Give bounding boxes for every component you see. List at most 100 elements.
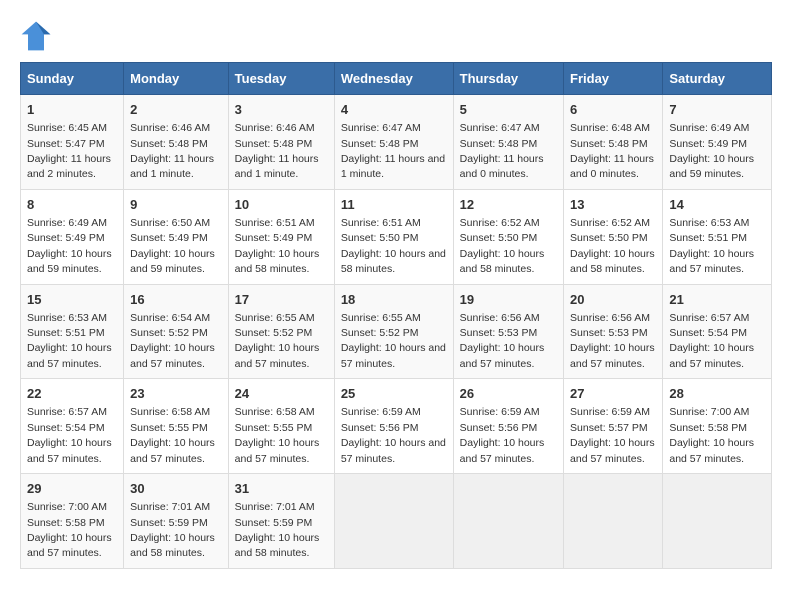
day-number: 4 (341, 101, 447, 119)
calendar-row: 22 Sunrise: 6:57 AMSunset: 5:54 PMDayligh… (21, 379, 772, 474)
day-number: 14 (669, 196, 765, 214)
calendar-cell: 5Sunrise: 6:47 AMSunset: 5:48 PMDaylight… (453, 95, 563, 190)
day-number: 12 (460, 196, 557, 214)
day-info: Sunrise: 6:55 AMSunset: 5:52 PMDaylight:… (341, 312, 446, 370)
day-number: 20 (570, 291, 656, 309)
calendar-cell: 29 Sunrise: 7:00 AMSunset: 5:58 PMDayligh… (21, 474, 124, 569)
day-number: 25 (341, 385, 447, 403)
day-number: 21 (669, 291, 765, 309)
day-info: Sunrise: 6:58 AMSunset: 5:55 PMDaylight:… (130, 406, 215, 464)
day-info: Sunrise: 6:53 AMSunset: 5:51 PMDaylight:… (27, 312, 112, 370)
day-number: 11 (341, 196, 447, 214)
calendar-cell: 7 Sunrise: 6:49 AMSunset: 5:49 PMDaylight… (663, 95, 772, 190)
calendar-cell: 10 Sunrise: 6:51 AMSunset: 5:49 PMDayligh… (228, 189, 334, 284)
calendar-cell: 6 Sunrise: 6:48 AMSunset: 5:48 PMDaylight… (564, 95, 663, 190)
day-number: 30 (130, 480, 222, 498)
day-info: Sunrise: 6:47 AMSunset: 5:48 PMDaylight:… (460, 122, 544, 180)
day-info: Sunrise: 7:00 AMSunset: 5:58 PMDaylight:… (27, 501, 112, 559)
day-info: Sunrise: 7:00 AMSunset: 5:58 PMDaylight:… (669, 406, 754, 464)
calendar-cell: 26Sunrise: 6:59 AMSunset: 5:56 PMDayligh… (453, 379, 563, 474)
logo (20, 20, 54, 52)
day-number: 31 (235, 480, 328, 498)
calendar-cell: 9Sunrise: 6:50 AMSunset: 5:49 PMDaylight… (124, 189, 229, 284)
day-info: Sunrise: 6:49 AMSunset: 5:49 PMDaylight:… (669, 122, 754, 180)
calendar-cell: 24Sunrise: 6:58 AMSunset: 5:55 PMDayligh… (228, 379, 334, 474)
day-number: 17 (235, 291, 328, 309)
calendar-cell: 30 Sunrise: 7:01 AMSunset: 5:59 PMDayligh… (124, 474, 229, 569)
day-number: 24 (235, 385, 328, 403)
day-info: Sunrise: 6:52 AMSunset: 5:50 PMDaylight:… (460, 217, 545, 275)
weekday-header: Sunday (21, 63, 124, 95)
calendar-cell: 17 Sunrise: 6:55 AMSunset: 5:52 PMDayligh… (228, 284, 334, 379)
calendar-cell: 18Sunrise: 6:55 AMSunset: 5:52 PMDayligh… (334, 284, 453, 379)
day-info: Sunrise: 6:46 AMSunset: 5:48 PMDaylight:… (130, 122, 214, 180)
calendar-cell: 3 Sunrise: 6:46 AMSunset: 5:48 PMDaylight… (228, 95, 334, 190)
calendar-cell (334, 474, 453, 569)
calendar-cell: 16 Sunrise: 6:54 AMSunset: 5:52 PMDayligh… (124, 284, 229, 379)
calendar-cell: 12 Sunrise: 6:52 AMSunset: 5:50 PMDayligh… (453, 189, 563, 284)
day-info: Sunrise: 6:56 AMSunset: 5:53 PMDaylight:… (460, 312, 545, 370)
day-number: 23 (130, 385, 222, 403)
weekday-header: Tuesday (228, 63, 334, 95)
weekday-header: Friday (564, 63, 663, 95)
day-number: 15 (27, 291, 117, 309)
day-number: 8 (27, 196, 117, 214)
calendar-cell: 23 Sunrise: 6:58 AMSunset: 5:55 PMDayligh… (124, 379, 229, 474)
calendar-cell: 2 Sunrise: 6:46 AMSunset: 5:48 PMDaylight… (124, 95, 229, 190)
day-info: Sunrise: 6:55 AMSunset: 5:52 PMDaylight:… (235, 312, 320, 370)
day-info: Sunrise: 6:46 AMSunset: 5:48 PMDaylight:… (235, 122, 319, 180)
logo-icon (20, 20, 52, 52)
day-info: Sunrise: 6:53 AMSunset: 5:51 PMDaylight:… (669, 217, 754, 275)
calendar-cell: 8Sunrise: 6:49 AMSunset: 5:49 PMDaylight… (21, 189, 124, 284)
calendar-cell: 13 Sunrise: 6:52 AMSunset: 5:50 PMDayligh… (564, 189, 663, 284)
day-info: Sunrise: 6:56 AMSunset: 5:53 PMDaylight:… (570, 312, 655, 370)
calendar-row: 8Sunrise: 6:49 AMSunset: 5:49 PMDaylight… (21, 189, 772, 284)
calendar-cell: 19Sunrise: 6:56 AMSunset: 5:53 PMDayligh… (453, 284, 563, 379)
calendar-cell (663, 474, 772, 569)
day-info: Sunrise: 6:48 AMSunset: 5:48 PMDaylight:… (570, 122, 654, 180)
day-info: Sunrise: 6:57 AMSunset: 5:54 PMDaylight:… (27, 406, 112, 464)
day-number: 22 (27, 385, 117, 403)
day-info: Sunrise: 6:59 AMSunset: 5:56 PMDaylight:… (341, 406, 446, 464)
day-info: Sunrise: 6:47 AMSunset: 5:48 PMDaylight:… (341, 122, 445, 180)
calendar-header-row: SundayMondayTuesdayWednesdayThursdayFrid… (21, 63, 772, 95)
day-number: 13 (570, 196, 656, 214)
day-info: Sunrise: 6:51 AMSunset: 5:49 PMDaylight:… (235, 217, 320, 275)
day-info: Sunrise: 6:51 AMSunset: 5:50 PMDaylight:… (341, 217, 446, 275)
calendar-cell: 28 Sunrise: 7:00 AMSunset: 5:58 PMDayligh… (663, 379, 772, 474)
day-number: 7 (669, 101, 765, 119)
day-info: Sunrise: 6:52 AMSunset: 5:50 PMDaylight:… (570, 217, 655, 275)
day-info: Sunrise: 6:57 AMSunset: 5:54 PMDaylight:… (669, 312, 754, 370)
day-number: 6 (570, 101, 656, 119)
calendar-cell (453, 474, 563, 569)
day-number: 9 (130, 196, 222, 214)
calendar-cell: 31 Sunrise: 7:01 AMSunset: 5:59 PMDayligh… (228, 474, 334, 569)
day-info: Sunrise: 7:01 AMSunset: 5:59 PMDaylight:… (130, 501, 215, 559)
weekday-header: Wednesday (334, 63, 453, 95)
day-info: Sunrise: 6:54 AMSunset: 5:52 PMDaylight:… (130, 312, 215, 370)
weekday-header: Thursday (453, 63, 563, 95)
calendar-cell: 20 Sunrise: 6:56 AMSunset: 5:53 PMDayligh… (564, 284, 663, 379)
day-number: 27 (570, 385, 656, 403)
day-number: 1 (27, 101, 117, 119)
calendar-cell: 27 Sunrise: 6:59 AMSunset: 5:57 PMDayligh… (564, 379, 663, 474)
calendar-row: 15 Sunrise: 6:53 AMSunset: 5:51 PMDayligh… (21, 284, 772, 379)
day-number: 28 (669, 385, 765, 403)
calendar-cell: 25 Sunrise: 6:59 AMSunset: 5:56 PMDayligh… (334, 379, 453, 474)
day-info: Sunrise: 7:01 AMSunset: 5:59 PMDaylight:… (235, 501, 320, 559)
calendar-cell: 15 Sunrise: 6:53 AMSunset: 5:51 PMDayligh… (21, 284, 124, 379)
day-number: 2 (130, 101, 222, 119)
day-info: Sunrise: 6:59 AMSunset: 5:57 PMDaylight:… (570, 406, 655, 464)
day-number: 16 (130, 291, 222, 309)
calendar-row: 1Sunrise: 6:45 AMSunset: 5:47 PMDaylight… (21, 95, 772, 190)
calendar-cell: 22 Sunrise: 6:57 AMSunset: 5:54 PMDayligh… (21, 379, 124, 474)
weekday-header: Monday (124, 63, 229, 95)
day-number: 29 (27, 480, 117, 498)
calendar-cell: 4 Sunrise: 6:47 AMSunset: 5:48 PMDaylight… (334, 95, 453, 190)
day-number: 10 (235, 196, 328, 214)
calendar-cell: 21 Sunrise: 6:57 AMSunset: 5:54 PMDayligh… (663, 284, 772, 379)
calendar-cell: 11 Sunrise: 6:51 AMSunset: 5:50 PMDayligh… (334, 189, 453, 284)
calendar-table: SundayMondayTuesdayWednesdayThursdayFrid… (20, 62, 772, 569)
day-info: Sunrise: 6:59 AMSunset: 5:56 PMDaylight:… (460, 406, 545, 464)
day-number: 3 (235, 101, 328, 119)
